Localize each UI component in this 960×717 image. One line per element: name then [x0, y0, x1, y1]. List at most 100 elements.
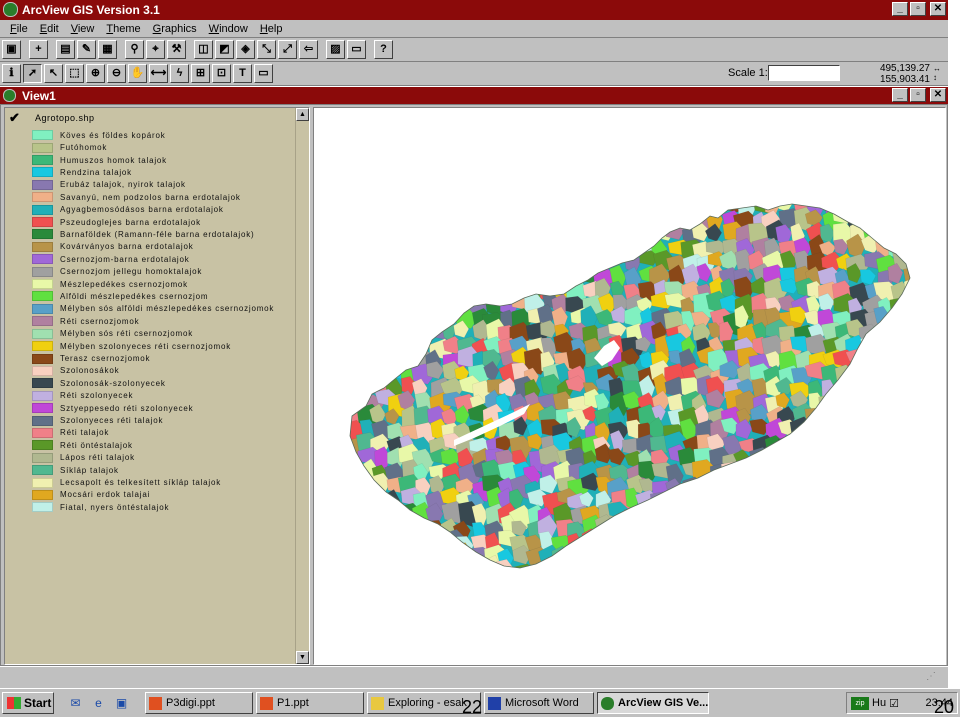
task-word[interactable]: Microsoft Word: [484, 692, 594, 714]
soil-polygon[interactable]: [347, 558, 369, 583]
soil-polygon[interactable]: [374, 305, 401, 334]
measure-icon[interactable]: ⟷: [149, 64, 168, 83]
soil-polygon[interactable]: [889, 545, 906, 570]
soil-polygon[interactable]: [398, 578, 417, 597]
soil-polygon[interactable]: [836, 544, 861, 564]
soil-polygon[interactable]: [412, 530, 438, 553]
soil-polygon[interactable]: [594, 534, 619, 556]
legend-swatch[interactable]: [32, 378, 53, 389]
soil-polygon[interactable]: [527, 249, 545, 271]
soil-polygon[interactable]: [383, 236, 402, 263]
soil-polygon[interactable]: [458, 235, 483, 259]
soil-polygon[interactable]: [341, 530, 358, 551]
soil-polygon[interactable]: [593, 542, 612, 561]
legend-swatch[interactable]: [32, 291, 53, 302]
soil-polygon[interactable]: [780, 500, 802, 525]
legend-swatch[interactable]: [32, 403, 53, 414]
soil-polygon[interactable]: [540, 262, 567, 288]
internet-explorer-icon[interactable]: e: [89, 694, 108, 713]
soil-polygon[interactable]: [511, 239, 529, 265]
soil-polygon[interactable]: [859, 573, 875, 593]
legend-item[interactable]: Réti talajok: [32, 427, 274, 439]
theme-name[interactable]: Agrotopo.shp: [35, 113, 95, 123]
soil-polygon[interactable]: [526, 222, 547, 244]
soil-polygon[interactable]: [765, 489, 790, 509]
soil-polygon[interactable]: [344, 346, 364, 370]
soil-polygon[interactable]: [888, 375, 910, 403]
soil-polygon[interactable]: [859, 475, 884, 491]
soil-polygon[interactable]: [553, 555, 570, 575]
soil-polygon[interactable]: [471, 210, 488, 228]
soil-polygon[interactable]: [622, 234, 642, 256]
soil-polygon[interactable]: [444, 251, 467, 270]
legend-item[interactable]: Savanyú, nem podzolos barna erdotalajok: [32, 191, 274, 203]
soil-polygon[interactable]: [343, 254, 361, 275]
soil-polygon[interactable]: [556, 210, 581, 235]
soil-polygon[interactable]: [665, 208, 688, 228]
soil-polygon[interactable]: [430, 251, 447, 280]
soil-polygon[interactable]: [427, 547, 445, 573]
soil-polygon[interactable]: [542, 227, 566, 245]
soil-polygon[interactable]: [371, 363, 394, 380]
zoom-out-fixed-icon[interactable]: ⤢: [278, 40, 297, 59]
soil-polygon[interactable]: [723, 479, 744, 495]
legend-swatch[interactable]: [32, 489, 53, 500]
soil-polygon[interactable]: [863, 491, 883, 508]
soil-polygon[interactable]: [650, 518, 675, 543]
soil-polygon[interactable]: [344, 500, 361, 519]
legend-swatch[interactable]: [32, 241, 53, 252]
soil-polygon[interactable]: [344, 462, 365, 484]
query-builder-icon[interactable]: ⚒: [167, 40, 186, 59]
soil-polygon[interactable]: [724, 576, 745, 591]
soil-polygon[interactable]: [523, 235, 543, 258]
soil-polygon[interactable]: [919, 309, 939, 332]
soil-polygon[interactable]: [678, 536, 703, 556]
soil-polygon[interactable]: [397, 318, 413, 342]
soil-polygon[interactable]: [822, 562, 844, 582]
soil-polygon[interactable]: [917, 476, 942, 498]
soil-polygon[interactable]: [608, 515, 624, 535]
soil-polygon[interactable]: [890, 489, 908, 511]
soil-polygon[interactable]: [386, 199, 409, 222]
soil-polygon[interactable]: [832, 449, 851, 473]
soil-polygon[interactable]: [707, 556, 730, 576]
soil-polygon[interactable]: [508, 212, 535, 238]
soil-polygon[interactable]: [372, 265, 393, 284]
soil-polygon[interactable]: [889, 298, 905, 322]
soil-polygon[interactable]: [385, 210, 402, 238]
soil-polygon[interactable]: [763, 576, 781, 600]
soil-polygon[interactable]: [500, 238, 520, 257]
soil-polygon[interactable]: [468, 197, 488, 220]
soil-polygon[interactable]: [848, 534, 867, 555]
soil-polygon[interactable]: [845, 422, 864, 439]
soil-polygon[interactable]: [906, 253, 932, 279]
soil-polygon[interactable]: [499, 210, 515, 229]
soil-polygon[interactable]: [705, 195, 731, 211]
soil-polygon[interactable]: [850, 516, 870, 533]
legend-swatch[interactable]: [32, 341, 53, 352]
soil-polygon[interactable]: [443, 235, 465, 260]
soil-polygon[interactable]: [821, 422, 843, 440]
soil-polygon[interactable]: [863, 543, 884, 569]
menu-view[interactable]: View: [65, 23, 101, 35]
legend-item[interactable]: Réti öntéstalajok: [32, 439, 274, 451]
soil-polygon[interactable]: [566, 266, 584, 283]
soil-polygon[interactable]: [482, 279, 502, 301]
soil-polygon[interactable]: [428, 207, 443, 229]
soil-polygon[interactable]: [723, 527, 738, 550]
soil-polygon[interactable]: [916, 240, 934, 255]
legend-item[interactable]: Csernozjom-barna erdotalajok: [32, 253, 274, 265]
soil-polygon[interactable]: [373, 574, 396, 597]
legend-item[interactable]: Lápos réti talajok: [32, 452, 274, 464]
soil-polygon[interactable]: [792, 471, 812, 497]
soil-polygon[interactable]: [427, 559, 443, 579]
soil-polygon[interactable]: [903, 322, 924, 349]
legend-item[interactable]: Lecsapolt és telkesített síkláp talajok: [32, 476, 274, 488]
soil-polygon[interactable]: [874, 199, 891, 221]
soil-polygon[interactable]: [442, 561, 463, 586]
soil-polygon[interactable]: [834, 575, 859, 600]
soil-polygon[interactable]: [693, 501, 720, 519]
soil-polygon[interactable]: [877, 396, 900, 413]
soil-polygon[interactable]: [836, 490, 855, 507]
soil-polygon[interactable]: [818, 521, 843, 541]
